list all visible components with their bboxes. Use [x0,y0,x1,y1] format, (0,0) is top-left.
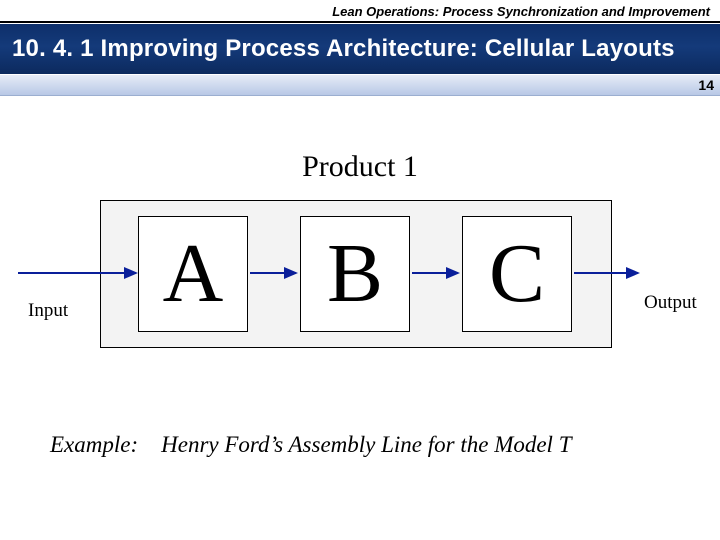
station-b: B [300,216,410,332]
course-header: Lean Operations: Process Synchronization… [0,0,720,24]
product-label: Product 1 [0,150,720,184]
arrow-input-to-a [18,272,136,274]
slide: Lean Operations: Process Synchronization… [0,0,720,540]
slide-title: 10. 4. 1 Improving Process Architecture:… [0,35,675,63]
station-c: C [462,216,572,332]
diagram-cell: A B C [100,200,612,348]
sub-bar: 14 [0,74,720,96]
example-lead: Example: [50,432,138,457]
station-a: A [138,216,248,332]
course-title: Lean Operations: Process Synchronization… [332,4,710,19]
title-bar: 10. 4. 1 Improving Process Architecture:… [0,24,720,74]
arrow-a-to-b [250,272,296,274]
arrow-b-to-c [412,272,458,274]
output-label: Output [644,292,697,314]
input-label: Input [28,300,68,322]
arrow-c-to-output [574,272,638,274]
example-text: Henry Ford’s Assembly Line for the Model… [161,432,571,457]
page-number: 14 [698,77,714,93]
example-caption: Example: Henry Ford’s Assembly Line for … [50,432,690,458]
